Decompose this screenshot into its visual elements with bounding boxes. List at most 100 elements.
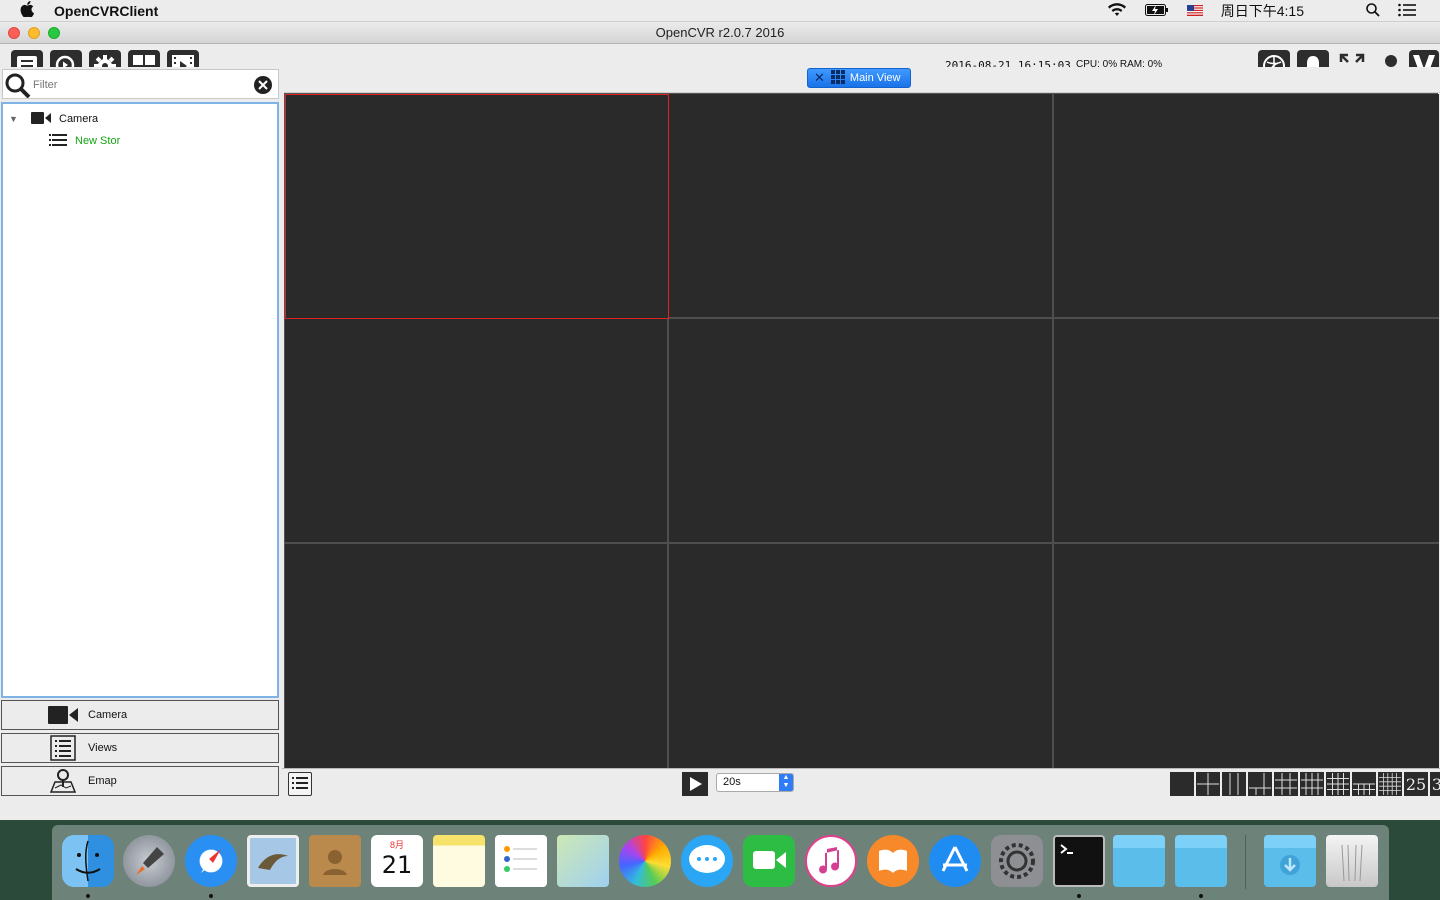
layout-label: 25: [1405, 774, 1427, 794]
video-cell-3[interactable]: [1054, 94, 1439, 319]
view-list-button[interactable]: [288, 772, 312, 796]
interval-value: 20s: [723, 776, 741, 788]
minimize-window-button[interactable]: [28, 27, 40, 39]
downloads-folder-icon[interactable]: [1264, 835, 1316, 887]
video-camera-icon: [31, 111, 51, 127]
macos-dock: 8月 21: [52, 825, 1389, 900]
video-cell-1[interactable]: [285, 94, 669, 319]
layout-25-button[interactable]: [1378, 772, 1402, 796]
folder-icon[interactable]: [1175, 835, 1227, 887]
video-wall-grid: [284, 93, 1439, 769]
tree-node-label: Camera: [59, 113, 99, 125]
storage-list-icon: [49, 133, 67, 149]
view-control-bar: 20s ▲▼ 25 36: [282, 768, 1440, 798]
zoom-window-button[interactable]: [48, 27, 60, 39]
launchpad-icon[interactable]: [123, 835, 175, 887]
facetime-icon[interactable]: [743, 835, 795, 887]
us-flag-input-source-icon[interactable]: [1186, 3, 1203, 19]
device-tree: ▼ Camera New Stor: [1, 102, 279, 698]
layout-9-button[interactable]: [1274, 772, 1298, 796]
calendar-day: 21: [381, 851, 413, 879]
play-icon: [690, 777, 702, 791]
running-indicator: [1199, 894, 1203, 898]
safari-icon[interactable]: [185, 835, 237, 887]
accordion-label: Views: [88, 742, 118, 754]
layout-13-button[interactable]: [1300, 772, 1324, 796]
stepper-arrows-icon[interactable]: ▲ ▼: [779, 774, 793, 791]
menubar-app-name[interactable]: OpenCVRClient: [54, 3, 158, 19]
close-window-button[interactable]: [8, 27, 20, 39]
menubar-clock[interactable]: 周日下午4:15: [1221, 1, 1304, 21]
layout-20-button[interactable]: [1352, 772, 1376, 796]
running-indicator: [1077, 894, 1081, 898]
accordion-emap-button[interactable]: Emap: [1, 766, 279, 796]
terminal-icon[interactable]: [1053, 835, 1105, 887]
messages-icon[interactable]: [681, 835, 733, 887]
accordion-views-button[interactable]: Views: [1, 733, 279, 763]
mail-icon[interactable]: [247, 835, 299, 887]
running-indicator: [86, 894, 90, 898]
filter-input[interactable]: [33, 76, 243, 94]
folder-icon[interactable]: [1113, 835, 1165, 887]
accordion-camera-button[interactable]: Camera: [1, 700, 279, 730]
system-menubar: OpenCVRClient 周日下午4:15: [0, 0, 1440, 22]
video-cell-8[interactable]: [669, 544, 1054, 769]
video-camera-icon: [48, 706, 78, 724]
ibooks-icon[interactable]: [867, 835, 919, 887]
app-store-icon[interactable]: [929, 835, 981, 887]
accordion-label: Camera: [88, 709, 128, 721]
wifi-icon[interactable]: [1107, 2, 1127, 20]
accordion-label: Emap: [88, 775, 117, 787]
notification-center-icon[interactable]: [1398, 3, 1416, 20]
video-cell-7[interactable]: [285, 544, 669, 769]
tour-play-button[interactable]: [682, 772, 708, 796]
video-cell-6[interactable]: [1054, 319, 1439, 544]
window-titlebar[interactable]: OpenCVR r2.0.7 2016: [0, 22, 1440, 44]
spotlight-search-icon[interactable]: [1366, 2, 1380, 20]
photos-icon[interactable]: [619, 835, 671, 887]
tour-interval-select[interactable]: 20s ▲ ▼: [716, 773, 794, 792]
video-cell-2[interactable]: [669, 94, 1054, 319]
filter-bar: [2, 69, 279, 99]
layout-label: 36: [1431, 774, 1440, 794]
maps-icon[interactable]: [557, 835, 609, 887]
contacts-icon[interactable]: [309, 835, 361, 887]
itunes-icon[interactable]: [805, 835, 857, 887]
clear-filter-icon[interactable]: [253, 75, 273, 98]
layout-4-button[interactable]: [1196, 772, 1220, 796]
view-tab-strip: ✕ Main View: [282, 67, 1440, 93]
expand-triangle-icon[interactable]: ▼: [9, 114, 19, 124]
layout-36-button[interactable]: 36: [1430, 772, 1440, 796]
layout-selector: 25 36: [1170, 772, 1440, 796]
close-tab-icon[interactable]: ✕: [814, 70, 825, 86]
notes-icon[interactable]: [433, 835, 485, 887]
tree-node-camera[interactable]: ▼ Camera: [9, 110, 98, 128]
video-cell-5[interactable]: [669, 319, 1054, 544]
list-icon: [48, 735, 78, 761]
tab-main-view[interactable]: ✕ Main View: [807, 68, 912, 88]
layout-25-text-button[interactable]: 25: [1404, 772, 1428, 796]
tab-label: Main View: [849, 72, 901, 84]
finder-icon[interactable]: [62, 835, 114, 887]
battery-charging-icon[interactable]: [1144, 3, 1169, 19]
trash-icon[interactable]: [1326, 835, 1378, 887]
layout-6-button[interactable]: [1222, 772, 1246, 796]
video-cell-9[interactable]: [1054, 544, 1439, 769]
video-cell-4[interactable]: [285, 319, 669, 544]
reminders-icon[interactable]: [495, 835, 547, 887]
search-icon: [4, 72, 32, 101]
list-icon: [292, 777, 308, 789]
running-indicator: [209, 894, 213, 898]
calendar-icon[interactable]: 8月 21: [371, 835, 423, 887]
apple-logo-icon[interactable]: [20, 1, 40, 20]
layout-16-button[interactable]: [1326, 772, 1350, 796]
layout-8-button[interactable]: [1248, 772, 1272, 796]
layout-1-button[interactable]: [1170, 772, 1194, 796]
tree-node-store[interactable]: New Stor: [49, 132, 120, 150]
map-icon: [48, 768, 78, 794]
tree-node-label: New Stor: [75, 135, 121, 147]
system-preferences-icon[interactable]: [991, 835, 1043, 887]
device-sidebar: ▼ Camera New Stor Camera Views Emap: [0, 67, 282, 798]
dock-separator: [1245, 835, 1246, 889]
calendar-month: 8月: [389, 840, 404, 850]
